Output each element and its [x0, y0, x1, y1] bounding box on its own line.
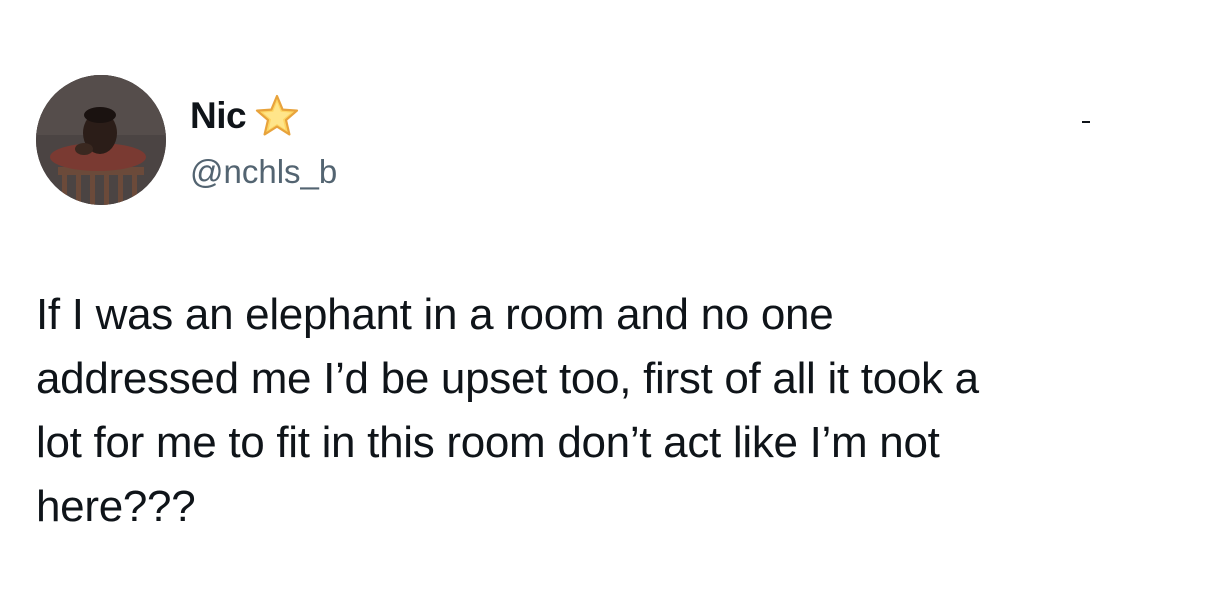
author-name-row: Nic — [190, 92, 300, 140]
tweet-text-line: here??? — [36, 482, 196, 531]
star-icon — [254, 93, 300, 139]
tweet-card: Nic @nchls_b If I was an elephant in a r… — [0, 0, 1206, 601]
avatar[interactable] — [36, 75, 166, 205]
tweet-text-line: lot for me to fit in this room don’t act… — [36, 418, 940, 467]
tweet-text-line: If I was an elephant in a room and no on… — [36, 290, 834, 339]
tweet-text-line: addressed me I’d be upset too, first of … — [36, 354, 979, 403]
profile-photo-image — [36, 75, 166, 205]
user-handle[interactable]: @nchls_b — [190, 150, 337, 194]
tweet-text: If I was an elephant in a room and no on… — [36, 283, 1166, 539]
more-options-icon[interactable] — [1082, 121, 1090, 123]
display-name[interactable]: Nic — [190, 92, 247, 140]
